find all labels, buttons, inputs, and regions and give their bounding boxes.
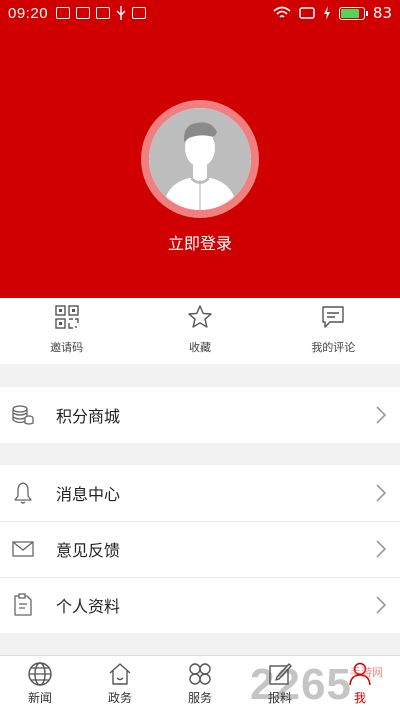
feedback-item[interactable]: 意见反馈 — [0, 521, 400, 577]
coins-icon — [10, 402, 36, 428]
chevron-right-icon — [376, 484, 387, 502]
charging-icon — [323, 6, 330, 20]
message-center-label: 消息中心 — [56, 485, 121, 504]
tab-report-label: 报料 — [267, 691, 292, 705]
my-comments-label: 我的评论 — [311, 341, 356, 354]
menu-group-account: 消息中心 意见反馈 个人资料 — [0, 465, 400, 633]
favorites-button[interactable]: 收藏 — [133, 298, 266, 364]
tab-me-label: 我 — [353, 691, 366, 705]
news-notification-icon — [56, 7, 71, 19]
mail-notification-icon — [132, 7, 147, 19]
battery-fill — [340, 8, 360, 18]
quick-actions-bar: 邀请码 收藏 我的评论 — [0, 298, 400, 364]
comment-icon — [322, 306, 345, 328]
person-silhouette-icon — [149, 108, 251, 210]
invite-code-button[interactable]: 邀请码 — [0, 298, 133, 364]
avatar[interactable] — [141, 100, 259, 218]
personal-info-item[interactable]: 个人资料 — [0, 577, 400, 633]
tab-me[interactable]: 我 — [320, 656, 400, 711]
tab-services[interactable]: 服务 — [160, 656, 240, 711]
tab-news[interactable]: 新闻 — [0, 656, 80, 711]
system-icons: 83 — [273, 4, 392, 22]
profile-doc-icon — [10, 592, 36, 618]
mail-icon — [10, 536, 36, 562]
bottom-nav: 新闻 政务 服务 报料 我 — [0, 655, 400, 711]
menu-group-store: 积分商城 — [0, 387, 400, 443]
tab-report[interactable]: 报料 — [240, 656, 320, 711]
qr-code-icon — [54, 305, 79, 329]
status-bar: 09:20 83 — [0, 0, 400, 26]
notification-icons — [56, 6, 147, 20]
tab-services-label: 服务 — [187, 691, 212, 705]
message-center-item[interactable]: 消息中心 — [0, 465, 400, 521]
bell-icon — [10, 480, 36, 506]
wifi-icon — [273, 6, 291, 18]
tab-government[interactable]: 政务 — [80, 656, 160, 711]
edit-icon — [269, 663, 292, 685]
globe-icon — [28, 662, 52, 686]
star-icon — [188, 305, 212, 328]
tab-news-label: 新闻 — [27, 691, 52, 705]
grid-petals-icon — [189, 663, 211, 685]
battery-icon — [338, 6, 368, 20]
invite-code-label: 邀请码 — [50, 341, 84, 354]
home-icon — [109, 663, 131, 685]
profile-header: 立即登录 — [0, 26, 400, 298]
chevron-right-icon — [376, 596, 387, 614]
chevron-right-icon — [376, 540, 387, 558]
my-comments-button[interactable]: 我的评论 — [267, 298, 400, 364]
clock: 09:20 — [8, 4, 49, 22]
feedback-label: 意见反馈 — [56, 541, 121, 560]
login-link[interactable]: 立即登录 — [0, 230, 400, 254]
personal-info-label: 个人资料 — [56, 597, 121, 616]
favorites-label: 收藏 — [188, 341, 211, 354]
image-notification-icon — [96, 7, 111, 19]
weibo-notification-icon — [76, 7, 91, 19]
tab-government-label: 政务 — [107, 691, 132, 705]
points-mall-item[interactable]: 积分商城 — [0, 387, 400, 443]
user-icon — [349, 662, 371, 686]
screen-icon — [299, 7, 315, 19]
battery-level: 83 — [372, 4, 392, 22]
chevron-right-icon — [376, 406, 387, 424]
default-avatar-image — [149, 108, 251, 210]
usb-icon — [116, 6, 126, 20]
points-mall-label: 积分商城 — [56, 407, 121, 426]
